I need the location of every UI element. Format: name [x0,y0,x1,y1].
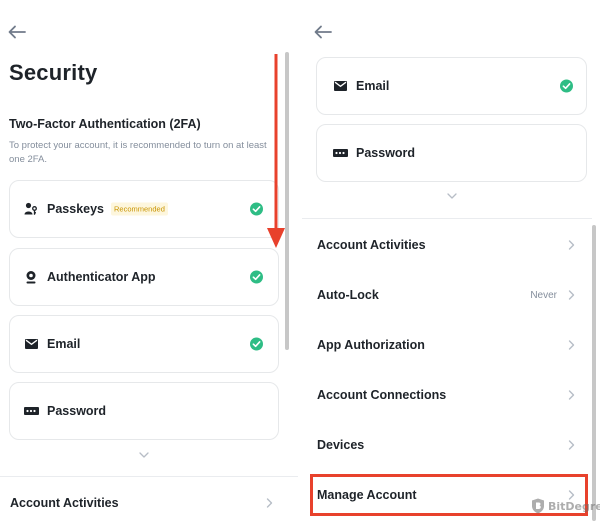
row-label: Account Activities [10,496,119,510]
passkey-icon [23,201,39,217]
2fa-item-password[interactable]: Password [316,124,587,182]
security-panel-bottom: Email Password Account Activities Auto-L… [302,0,600,521]
chevron-right-icon [568,440,575,450]
envelope-icon [332,78,348,94]
settings-row-devices[interactable]: Devices [302,420,592,470]
2fa-item-email[interactable]: Email [316,57,587,115]
row-label: Account Connections [317,388,447,402]
password-icon [23,403,39,419]
row-label: Account Activities [317,238,426,252]
chevron-right-icon [568,340,575,350]
section-divider [302,218,592,219]
2fa-item-label: Passkeys [47,202,105,216]
section-divider [0,476,298,477]
settings-row-auto-lock[interactable]: Auto-Lock Never [302,270,592,320]
envelope-icon [23,336,39,352]
scrollbar[interactable] [592,225,596,521]
arrow-left-icon [8,25,26,39]
arrow-left-icon [314,25,332,39]
chevron-down-icon[interactable] [446,192,458,200]
check-circle-icon [250,202,263,216]
2fa-item-password[interactable]: Password [9,382,279,440]
chevron-right-icon [266,498,273,508]
check-circle-icon [560,79,573,93]
settings-row-app-authorization[interactable]: App Authorization [302,320,592,370]
auto-lock-value: Never [530,289,557,301]
settings-row-account-activities[interactable]: Account Activities [0,478,293,521]
settings-row-account-activities[interactable]: Account Activities [302,220,592,270]
authenticator-icon [23,269,39,285]
2fa-item-label: Email [47,337,81,351]
2fa-item-passkeys[interactable]: Passkeys Recommended [9,180,279,238]
2fa-item-email[interactable]: Email [9,315,279,373]
back-button[interactable] [312,21,334,43]
watermark-text: BitDegree [548,499,600,513]
row-label: Devices [317,438,365,452]
page-title: Security [9,60,98,85]
check-circle-icon [250,337,263,351]
row-label: Manage Account [317,488,417,502]
2fa-item-label: Password [47,404,107,418]
bitdegree-watermark: BitDegree [531,496,600,516]
row-label: Auto-Lock [317,288,379,302]
security-panel-top: Security Two-Factor Authentication (2FA)… [0,0,298,521]
scroll-down-arrow-annotation [267,54,285,248]
check-circle-icon [250,270,263,284]
password-icon [332,145,348,161]
section-title-2fa: Two-Factor Authentication (2FA) [9,117,201,131]
2fa-item-label: Email [356,79,390,93]
2fa-item-label: Authenticator App [47,270,156,284]
chevron-down-icon[interactable] [138,451,150,459]
shield-logo-icon [532,498,544,514]
2fa-item-label: Password [356,146,416,160]
chevron-right-icon [568,240,575,250]
recommended-badge: Recommended [111,202,168,216]
settings-row-account-connections[interactable]: Account Connections [302,370,592,420]
chevron-right-icon [568,390,575,400]
row-label: App Authorization [317,338,425,352]
section-description: To protect your account, it is recommend… [9,140,267,165]
2fa-item-authenticator-app[interactable]: Authenticator App [9,248,279,306]
chevron-right-icon [568,290,575,300]
back-button[interactable] [6,21,28,43]
